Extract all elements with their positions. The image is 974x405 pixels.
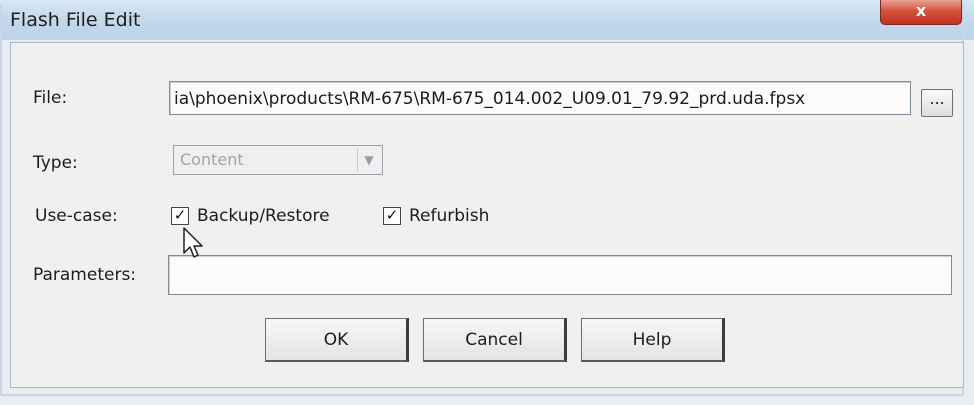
type-select-value: Content bbox=[180, 150, 244, 169]
check-icon: ✓ bbox=[385, 206, 399, 224]
type-select[interactable]: Content ▼ bbox=[173, 145, 383, 175]
cancel-button[interactable]: Cancel bbox=[423, 318, 567, 362]
chevron-down-icon[interactable]: ▼ bbox=[357, 148, 380, 172]
help-button[interactable]: Help bbox=[581, 318, 725, 362]
parameters-field[interactable] bbox=[168, 255, 952, 295]
parameters-label: Parameters: bbox=[33, 265, 137, 285]
refurbish-label[interactable]: Refurbish bbox=[409, 206, 489, 226]
backup-restore-checkbox[interactable]: ✓ bbox=[171, 207, 189, 225]
dialog-body: File: ia\phoenix\products\RM-675\RM-675_… bbox=[10, 42, 964, 388]
close-icon: x bbox=[915, 1, 927, 20]
ok-button[interactable]: OK bbox=[265, 318, 409, 362]
browse-button[interactable]: ... bbox=[921, 89, 953, 117]
title-bar[interactable]: Flash File Edit x bbox=[0, 0, 974, 40]
file-label: File: bbox=[33, 88, 68, 108]
type-label: Type: bbox=[33, 153, 78, 173]
window-title: Flash File Edit bbox=[10, 9, 141, 31]
mouse-cursor-icon bbox=[183, 227, 203, 258]
backup-restore-label[interactable]: Backup/Restore bbox=[197, 206, 330, 226]
close-button[interactable]: x bbox=[880, 0, 962, 25]
check-icon: ✓ bbox=[173, 206, 187, 224]
file-path-field[interactable]: ia\phoenix\products\RM-675\RM-675_014.00… bbox=[169, 81, 911, 115]
use-case-label: Use-case: bbox=[35, 206, 118, 226]
refurbish-checkbox[interactable]: ✓ bbox=[383, 207, 401, 225]
